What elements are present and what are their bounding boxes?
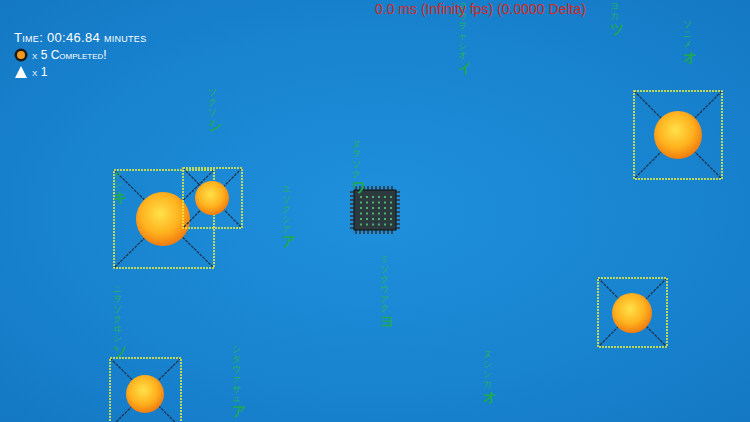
code-rain: ユソクシアア: [282, 185, 291, 250]
code-rain: ヨカツ: [610, 2, 619, 37]
hud-row: x 5 Completed!: [14, 47, 146, 62]
sun-target-icon: [14, 48, 28, 62]
sun-icon: [126, 375, 164, 413]
game-stage: ヨウヲャシオイヨカツソニメオツクソシヌヲソクワユソクシアアャシキミソクウアクヨニ…: [0, 0, 750, 422]
code-rain: ヌヲソクワ: [352, 140, 361, 195]
code-rain: ソニメオ: [683, 20, 692, 65]
hud-row: x 1: [14, 64, 146, 79]
target[interactable]: [114, 170, 214, 268]
hud: Time: 00:46.84 minutes x 5 Completed! x 1: [14, 30, 146, 79]
hud-row: Time: 00:46.84 minutes: [14, 30, 146, 45]
code-rain: ツクソシ: [208, 88, 217, 133]
code-rain: ミソクウアクヨ: [380, 255, 389, 330]
triangle-icon: [14, 65, 28, 79]
code-rain: ヌシンカオ: [483, 350, 492, 405]
code-rain: ニヲソクヰシソ: [113, 285, 122, 360]
target[interactable]: [183, 168, 242, 228]
hud-text: x 5 Completed!: [32, 48, 107, 62]
target[interactable]: [598, 278, 667, 347]
sun-icon: [136, 192, 190, 246]
sun-icon: [612, 293, 652, 333]
debug-readout: 0.0 ms (Infinity fps) (0.0000 Delta): [375, 1, 586, 17]
hud-text: Time: 00:46.84 minutes: [14, 30, 146, 45]
code-rain: ャシキ: [113, 170, 122, 205]
code-rain: シタウァサュア: [232, 345, 241, 420]
sun-icon: [654, 111, 702, 159]
sun-icon: [195, 181, 229, 215]
target[interactable]: [110, 358, 181, 422]
target[interactable]: [634, 91, 722, 179]
scene: [0, 0, 750, 422]
hud-text: x 1: [32, 65, 47, 79]
